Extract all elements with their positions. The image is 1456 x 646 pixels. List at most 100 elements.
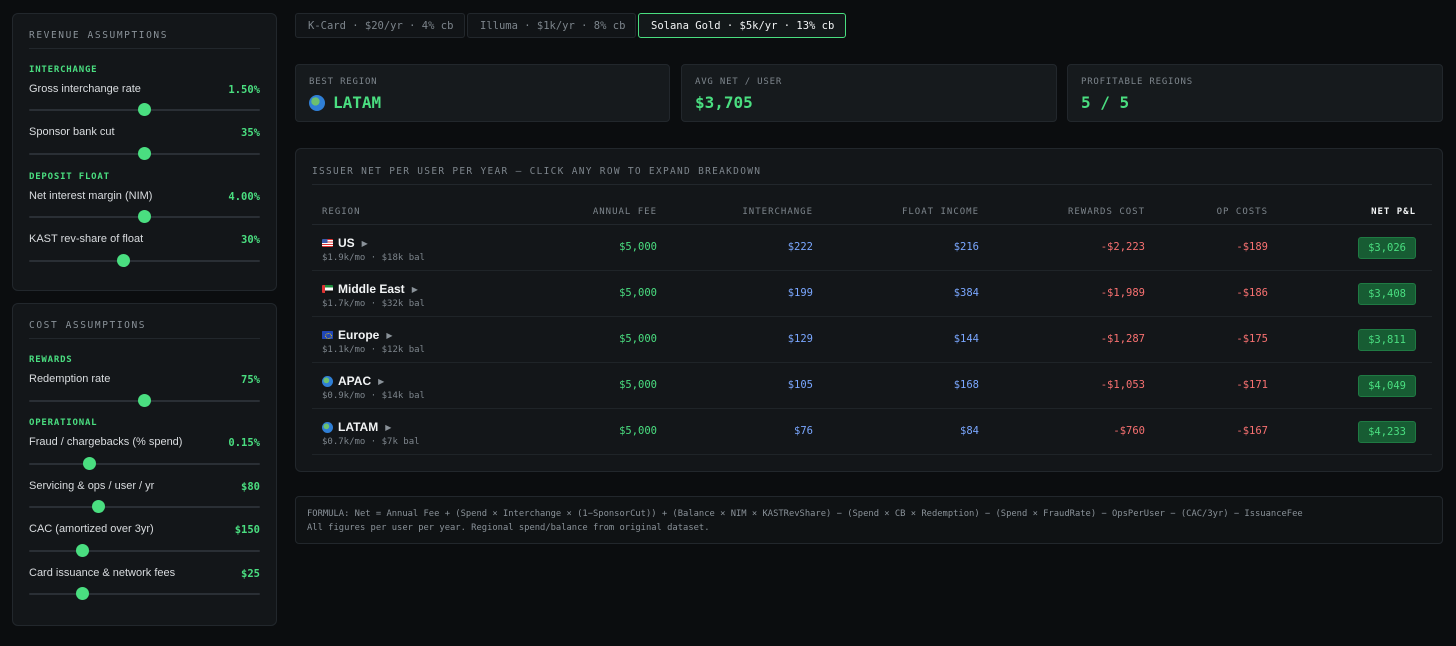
float-income-cell: $144 bbox=[953, 333, 979, 345]
stat-value: 5 / 5 bbox=[1081, 93, 1130, 112]
chevron-right-icon[interactable]: ▶ bbox=[412, 285, 418, 294]
column-header-rewards-cost[interactable]: REWARDS COST bbox=[1068, 207, 1145, 217]
nim-slider[interactable] bbox=[29, 210, 260, 223]
rewards-cost-cell: -$760 bbox=[1113, 425, 1145, 437]
stat-value: $3,705 bbox=[695, 93, 753, 112]
tab-illuma[interactable]: Illuma · $1k/yr · 8% cb bbox=[467, 13, 636, 38]
cac-slider[interactable] bbox=[29, 544, 260, 557]
globe-americas-icon bbox=[322, 421, 333, 433]
divider bbox=[29, 338, 260, 339]
column-header-op-costs[interactable]: OP COSTS bbox=[1217, 207, 1268, 217]
eu-flag-icon bbox=[322, 331, 333, 339]
slider-thumb[interactable] bbox=[138, 103, 151, 116]
redemption-rate-slider[interactable] bbox=[29, 394, 260, 407]
slider-thumb[interactable] bbox=[117, 254, 131, 267]
rewards-cost-cell: -$1,287 bbox=[1100, 333, 1145, 345]
net-pl-badge: $3,408 bbox=[1358, 283, 1416, 305]
op-costs-cell: -$186 bbox=[1236, 287, 1268, 299]
rewards-cost-cell: -$1,989 bbox=[1100, 287, 1145, 299]
region-name: Europe ▶ bbox=[322, 328, 393, 342]
tab-solana-gold[interactable]: Solana Gold · $5k/yr · 13% cb bbox=[638, 13, 846, 38]
region-sub: $0.7k/mo · $7k bal bbox=[322, 437, 420, 447]
slider-value: $25 bbox=[241, 568, 260, 580]
region-sub: $1.1k/mo · $12k bal bbox=[322, 345, 425, 355]
table-row[interactable]: Middle East ▶ $1.7k/mo · $32k bal $5,000… bbox=[312, 271, 1432, 317]
group-label-interchange: INTERCHANGE bbox=[29, 65, 98, 75]
slider-thumb[interactable] bbox=[138, 210, 151, 223]
float-income-cell: $216 bbox=[953, 241, 979, 253]
column-header-annual-fee[interactable]: ANNUAL FEE bbox=[593, 207, 657, 217]
table-title: ISSUER NET PER USER PER YEAR — CLICK ANY… bbox=[312, 166, 762, 177]
us-flag-icon bbox=[322, 239, 333, 247]
chevron-right-icon[interactable]: ▶ bbox=[386, 331, 392, 340]
slider-value: $150 bbox=[234, 524, 260, 536]
group-label-rewards: REWARDS bbox=[29, 355, 73, 365]
float-income-cell: $384 bbox=[953, 287, 979, 299]
region-label: Europe bbox=[338, 328, 380, 342]
region-name: US ▶ bbox=[322, 236, 368, 250]
table-row[interactable]: Europe ▶ $1.1k/mo · $12k bal $5,000 $129… bbox=[312, 317, 1432, 363]
slider-value: 1.50% bbox=[228, 84, 260, 96]
card-issuance-fees-slider[interactable] bbox=[29, 587, 260, 600]
chevron-right-icon[interactable]: ▶ bbox=[362, 239, 368, 248]
slider-label: Gross interchange rate bbox=[29, 83, 141, 95]
slider-thumb[interactable] bbox=[138, 147, 151, 160]
interchange-cell: $222 bbox=[787, 241, 813, 253]
stat-label: BEST REGION bbox=[309, 77, 378, 87]
float-income-cell: $84 bbox=[960, 425, 979, 437]
chevron-right-icon[interactable]: ▶ bbox=[378, 377, 384, 386]
cost-assumptions-panel: COST ASSUMPTIONS REWARDS Redemption rate… bbox=[12, 303, 277, 626]
region-sub: $1.9k/mo · $18k bal bbox=[322, 253, 425, 263]
column-header-region[interactable]: REGION bbox=[322, 207, 361, 217]
region-sub: $0.9k/mo · $14k bal bbox=[322, 391, 425, 401]
table-row[interactable]: LATAM ▶ $0.7k/mo · $7k bal $5,000 $76 $8… bbox=[312, 409, 1432, 455]
column-header-float-income[interactable]: FLOAT INCOME bbox=[902, 207, 979, 217]
slider-thumb[interactable] bbox=[138, 394, 151, 407]
stat-best-region: BEST REGION LATAM bbox=[295, 64, 670, 122]
fraud-chargebacks-slider[interactable] bbox=[29, 457, 260, 470]
slider-label: CAC (amortized over 3yr) bbox=[29, 523, 154, 535]
net-pl-badge: $4,049 bbox=[1358, 375, 1416, 397]
region-label: Middle East bbox=[338, 282, 405, 296]
interchange-cell: $129 bbox=[787, 333, 813, 345]
slider-label: Net interest margin (NIM) bbox=[29, 190, 153, 202]
op-costs-cell: -$189 bbox=[1236, 241, 1268, 253]
chevron-right-icon[interactable]: ▶ bbox=[385, 423, 391, 432]
tab-k-card[interactable]: K-Card · $20/yr · 4% cb bbox=[295, 13, 465, 38]
region-name: Middle East ▶ bbox=[322, 282, 418, 296]
slider-thumb[interactable] bbox=[75, 544, 89, 557]
slider-label: Fraud / chargebacks (% spend) bbox=[29, 436, 183, 448]
rewards-cost-cell: -$1,053 bbox=[1100, 379, 1145, 391]
formula-box: FORMULA: Net = Annual Fee + (Spend × Int… bbox=[295, 496, 1443, 544]
table-row[interactable]: APAC ▶ $0.9k/mo · $14k bal $5,000 $105 $… bbox=[312, 363, 1432, 409]
group-label-deposit-float: DEPOSIT FLOAT bbox=[29, 172, 110, 182]
table-row[interactable]: US ▶ $1.9k/mo · $18k bal $5,000 $222 $21… bbox=[312, 225, 1432, 271]
sponsor-bank-cut-slider[interactable] bbox=[29, 147, 260, 160]
group-label-operational: OPERATIONAL bbox=[29, 418, 98, 428]
region-sub: $1.7k/mo · $32k bal bbox=[322, 299, 425, 309]
divider bbox=[29, 48, 260, 49]
issuer-net-table-panel: ISSUER NET PER USER PER YEAR — CLICK ANY… bbox=[295, 148, 1443, 472]
net-pl-badge: $3,026 bbox=[1358, 237, 1416, 259]
region-label: US bbox=[338, 236, 355, 250]
best-region-value: LATAM bbox=[333, 93, 382, 112]
slider-thumb[interactable] bbox=[91, 500, 105, 513]
column-header-interchange[interactable]: INTERCHANGE bbox=[742, 207, 813, 217]
gross-interchange-slider[interactable] bbox=[29, 103, 260, 116]
slider-label: Redemption rate bbox=[29, 373, 111, 385]
op-costs-cell: -$171 bbox=[1236, 379, 1268, 391]
kast-rev-share-slider[interactable] bbox=[29, 254, 260, 267]
slider-label: Servicing & ops / user / yr bbox=[29, 480, 155, 492]
slider-thumb[interactable] bbox=[75, 587, 89, 600]
servicing-ops-slider[interactable] bbox=[29, 500, 260, 513]
region-label: APAC bbox=[338, 374, 372, 388]
annual-fee-cell: $5,000 bbox=[619, 379, 657, 391]
uae-flag-icon bbox=[322, 285, 333, 293]
formula-line: FORMULA: Net = Annual Fee + (Spend × Int… bbox=[307, 509, 1303, 519]
slider-value: 4.00% bbox=[228, 191, 260, 203]
slider-thumb[interactable] bbox=[82, 457, 96, 470]
stat-avg-net: AVG NET / USER $3,705 bbox=[681, 64, 1057, 122]
slider-value: 35% bbox=[241, 127, 260, 139]
rewards-cost-cell: -$2,223 bbox=[1100, 241, 1145, 253]
column-header-net-pl[interactable]: NET P&L bbox=[1371, 207, 1416, 217]
